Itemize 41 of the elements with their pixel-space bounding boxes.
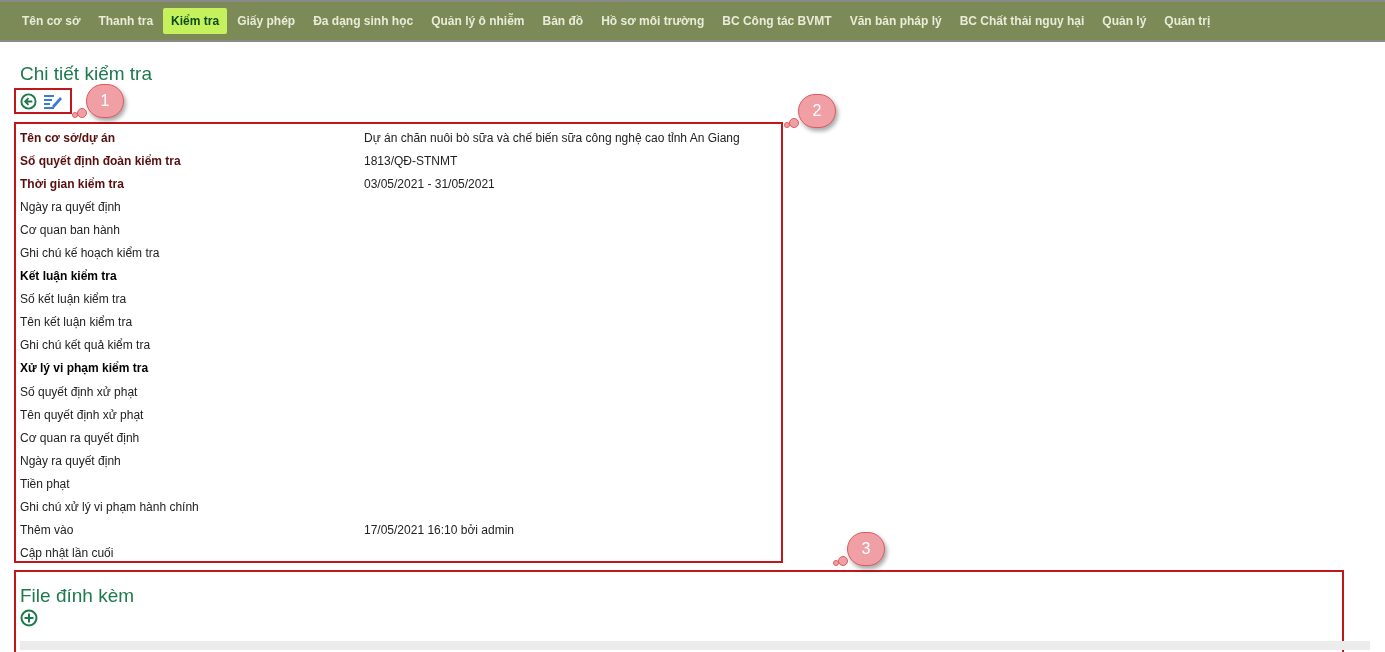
back-icon[interactable]: [20, 92, 37, 110]
field-label: Ngày ra quyết định: [20, 198, 122, 216]
field-label: Tên kết luận kiểm tra: [20, 314, 134, 332]
nav-tab[interactable]: Quản trị: [1156, 8, 1219, 34]
field-label: Tên cơ sở/dự án: [20, 129, 117, 147]
field-label: Kết luận kiểm tra: [20, 268, 118, 286]
field-value: 17/05/2021 16:10 bởi admin: [364, 522, 514, 540]
page-title: Chi tiết kiểm tra: [20, 62, 153, 86]
nav-tab[interactable]: Quản lý: [1094, 8, 1155, 34]
nav-tab[interactable]: Kiểm tra: [163, 8, 228, 34]
nav-tab[interactable]: BC Công tác BVMT: [714, 8, 840, 34]
field-label: Thêm vào: [20, 522, 75, 540]
field-label: Tên quyết định xử phạt: [20, 406, 145, 424]
add-icon[interactable]: [20, 609, 38, 627]
field-label: Số quyết định xử phạt: [20, 383, 139, 401]
edit-icon[interactable]: [43, 93, 63, 109]
field-value: 1813/QĐ-STNMT: [364, 152, 458, 170]
nav-tab[interactable]: Thanh tra: [90, 8, 162, 34]
section-title: File đính kèm: [20, 584, 136, 608]
nav-tab[interactable]: Văn bản pháp lý: [841, 8, 950, 34]
field-label: Số quyết định đoàn kiểm tra: [20, 152, 182, 170]
nav-tab[interactable]: Giấy phép: [229, 8, 304, 34]
field-label: Cơ quan ra quyết định: [20, 429, 141, 447]
nav-tab[interactable]: Quản lý ô nhiễm: [423, 8, 533, 34]
field-label: Tiền phạt: [20, 475, 71, 493]
field-label: Thời gian kiểm tra: [20, 175, 125, 193]
field-label: Xử lý vi phạm kiểm tra: [20, 360, 150, 378]
field-value: Dự án chăn nuôi bò sữa và chế biến sữa công nghệ cao tỉnh An Giang: [364, 129, 740, 147]
field-label: Cập nhật lần cuối: [20, 545, 115, 563]
field-label: Ngày ra quyết định: [20, 452, 122, 470]
field-label: Số kết luận kiểm tra: [20, 291, 128, 309]
field-label: Ghi chú kế hoạch kiểm tra: [20, 245, 161, 262]
nav-tab[interactable]: BC Chất thải nguy hại: [951, 8, 1093, 34]
nav-tab[interactable]: Hồ sơ môi trường: [593, 8, 713, 34]
field-label: Ghi chú kết quả kiểm tra: [20, 337, 152, 355]
field-value: 03/05/2021 - 31/05/2021: [364, 175, 495, 193]
field-label: Cơ quan ban hành: [20, 221, 121, 239]
nav-tab[interactable]: Bản đồ: [534, 8, 592, 34]
field-label: Ghi chú xử lý vi phạm hành chính: [20, 499, 200, 517]
nav-tab[interactable]: Tên cơ sở: [14, 8, 89, 34]
nav-tab[interactable]: Đa dạng sinh học: [305, 8, 422, 34]
